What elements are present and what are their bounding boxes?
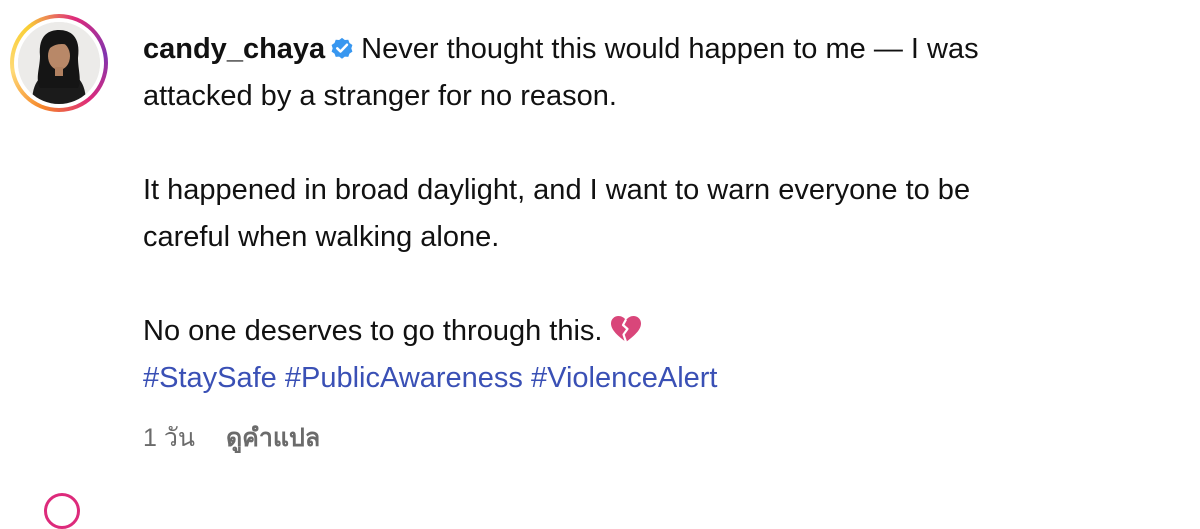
caption-first-paragraph: candy_chaya Never thought this would hap… [143, 26, 1163, 120]
caption-third-paragraph: No one deserves to go through this. #Sta… [143, 308, 1163, 402]
avatar-border [14, 18, 104, 108]
verified-badge-icon [331, 37, 353, 59]
story-ring-avatar[interactable] [10, 14, 108, 112]
next-comment-avatar[interactable] [44, 493, 80, 529]
caption-second-paragraph: It happened in broad daylight, and I wan… [143, 167, 1163, 261]
see-translation-link[interactable]: ดูคำแปล [226, 418, 320, 458]
caption-line-4: careful when walking alone. [143, 221, 500, 253]
avatar-image [18, 22, 100, 104]
caption-line-3: It happened in broad daylight, and I wan… [143, 174, 971, 206]
caption-line-5: No one deserves to go through this. [143, 315, 603, 347]
post-caption: candy_chaya Never thought this would hap… [143, 26, 1163, 402]
caption-line-1: Never thought this would happen to me — … [361, 33, 979, 65]
post-meta: 1 วัน ดูคำแปล [143, 418, 320, 458]
broken-heart-icon [611, 316, 642, 343]
hashtag-violence-alert[interactable]: #ViolenceAlert [531, 362, 717, 394]
username-link[interactable]: candy_chaya [143, 33, 325, 65]
hashtag-stay-safe[interactable]: #StaySafe [143, 362, 277, 394]
hashtag-list: #StaySafe #PublicAwareness #ViolenceAler… [143, 362, 717, 394]
caption-line-2: attacked by a stranger for no reason. [143, 80, 617, 112]
hashtag-public-awareness[interactable]: #PublicAwareness [285, 362, 523, 394]
comment-post: candy_chaya Never thought this would hap… [0, 0, 1200, 529]
post-timestamp: 1 วัน [143, 424, 195, 452]
avatar [18, 22, 100, 104]
